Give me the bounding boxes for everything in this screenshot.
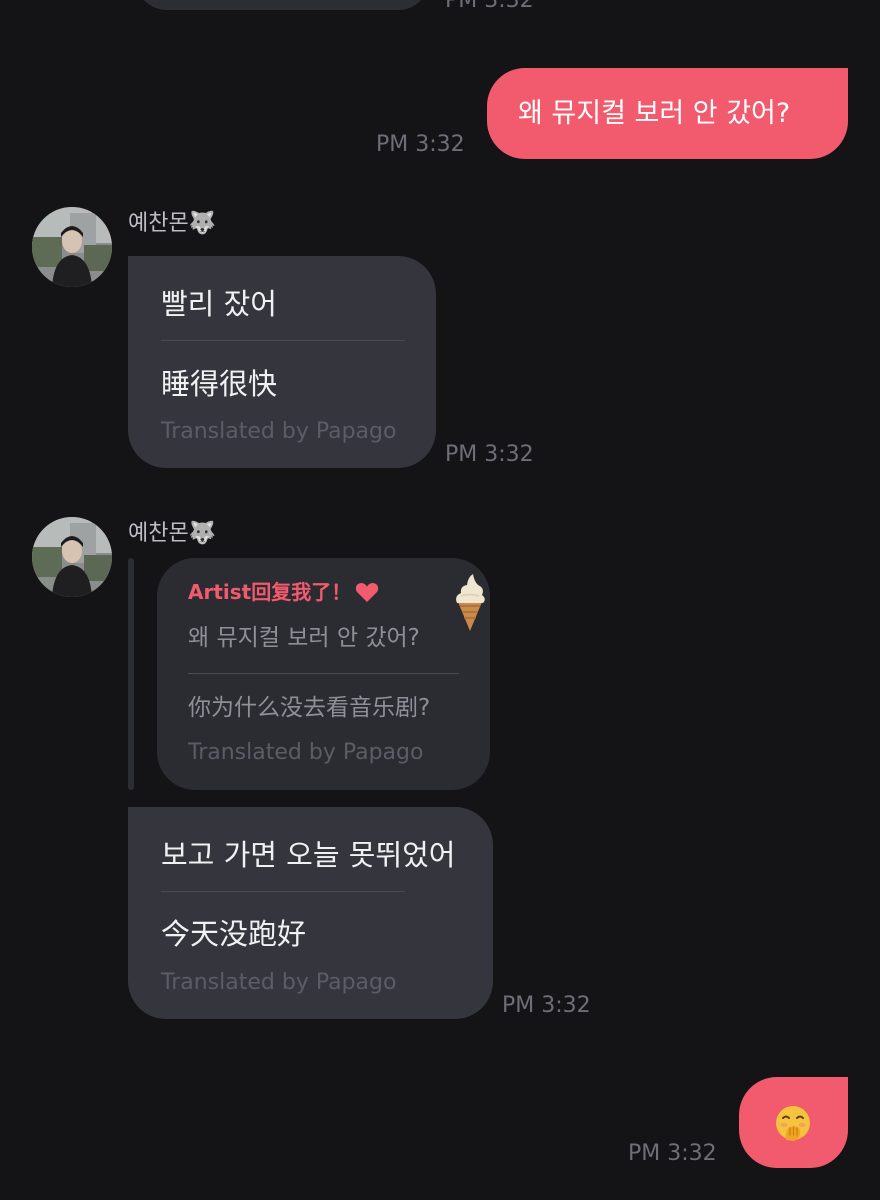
- heart-icon: [355, 581, 379, 603]
- outgoing-message-bubble[interactable]: 왜 뮤지컬 보러 안 갔어?: [487, 68, 848, 159]
- previous-message-bubble[interactable]: [135, 0, 430, 10]
- message-time: PM 3:32: [376, 132, 465, 157]
- outgoing-message-bubble[interactable]: 🤭: [739, 1077, 848, 1168]
- message-text: 왜 뮤지컬 보러 안 갔어?: [518, 98, 791, 129]
- message-text: 보고 가면 오늘 못뛰었어: [161, 838, 456, 872]
- reply-quote-translation: 你为什么没去看音乐剧?: [188, 695, 431, 721]
- message-time: PM 3:32: [445, 442, 534, 467]
- avatar[interactable]: [32, 517, 112, 597]
- translated-text: 今天没跑好: [161, 917, 307, 951]
- message-text: 빨리 잤어: [161, 287, 277, 321]
- translated-by-label: Translated by Papago: [188, 740, 424, 765]
- reply-header: Artist回复我了！: [188, 580, 379, 604]
- avatar[interactable]: [32, 207, 112, 287]
- incoming-message-bubble[interactable]: 보고 가면 오늘 못뛰었어 今天没跑好 Translated by Papago: [128, 807, 493, 1019]
- reply-label: Artist回复我了！: [188, 580, 352, 604]
- message-time: PM 3:32: [445, 0, 534, 13]
- message-time: PM 3:32: [502, 993, 591, 1018]
- chat-screen: PM 3:32 왜 뮤지컬 보러 안 갔어? PM 3:32 예찬몬🐺 빨리 잤…: [0, 0, 880, 1200]
- reply-quote-bubble[interactable]: Artist回复我了！ 왜 뮤지컬 보러 안 갔어? 你为什么没去看音乐剧? T…: [157, 558, 490, 790]
- reply-indicator-bar: [128, 558, 134, 790]
- message-time: PM 3:32: [628, 1141, 717, 1166]
- ice-cream-icon: [453, 572, 487, 632]
- translation-divider: [161, 340, 405, 341]
- sender-name: 예찬몬🐺: [128, 521, 217, 546]
- sender-name: 예찬몬🐺: [128, 211, 217, 236]
- hand-over-mouth-emoji-icon: [774, 1104, 812, 1142]
- translated-by-label: Translated by Papago: [161, 970, 397, 995]
- translation-divider: [161, 891, 405, 892]
- reply-quote-text: 왜 뮤지컬 보러 안 갔어?: [188, 625, 420, 651]
- incoming-message-bubble[interactable]: 빨리 잤어 睡得很快 Translated by Papago: [128, 256, 436, 468]
- translated-text: 睡得很快: [161, 367, 278, 401]
- translation-divider: [188, 673, 459, 674]
- translated-by-label: Translated by Papago: [161, 419, 397, 444]
